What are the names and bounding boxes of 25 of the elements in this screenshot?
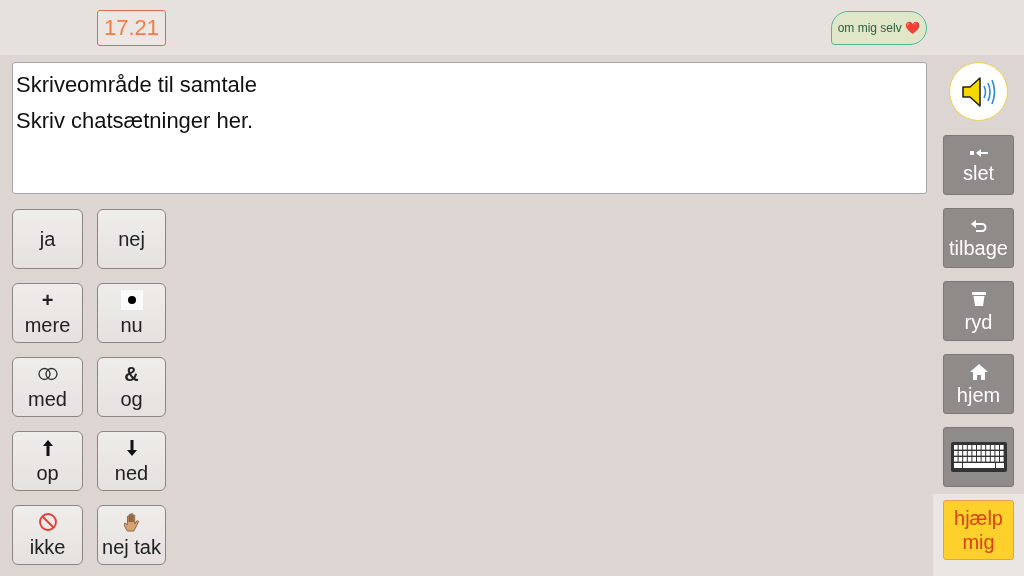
home-icon: [969, 363, 988, 380]
prohibited-icon: [37, 511, 58, 532]
word-button[interactable]: ned: [97, 431, 166, 491]
speaker-icon: [959, 74, 998, 109]
word-button[interactable]: nej tak: [97, 505, 166, 565]
word-button[interactable]: op: [12, 431, 83, 491]
keyboard-icon: [949, 441, 1008, 473]
clock: 17.21: [97, 9, 166, 46]
word-button[interactable]: & og: [97, 357, 166, 417]
word-button[interactable]: med: [12, 357, 83, 417]
symbol-icon: &: [124, 363, 139, 384]
about-me-bubble[interactable]: om mig selv ❤: [830, 10, 927, 45]
word-button[interactable]: + mere: [12, 283, 83, 343]
word-button[interactable]: nej: [97, 209, 166, 269]
trash-icon: [971, 290, 986, 307]
down-arrow-icon: [125, 437, 138, 458]
hand-icon: [121, 511, 142, 532]
word-button[interactable]: ja: [12, 209, 83, 269]
backspace-icon: [968, 147, 989, 158]
word-button[interactable]: nu: [97, 283, 166, 343]
keyboard-button[interactable]: [943, 427, 1014, 487]
undo-icon: [969, 218, 988, 233]
message-area[interactable]: Skriveområde til samtale Skriv chatsætninger her.: [12, 62, 927, 194]
symbol-icon: +: [41, 289, 54, 310]
word-button[interactable]: ikke: [12, 505, 83, 565]
